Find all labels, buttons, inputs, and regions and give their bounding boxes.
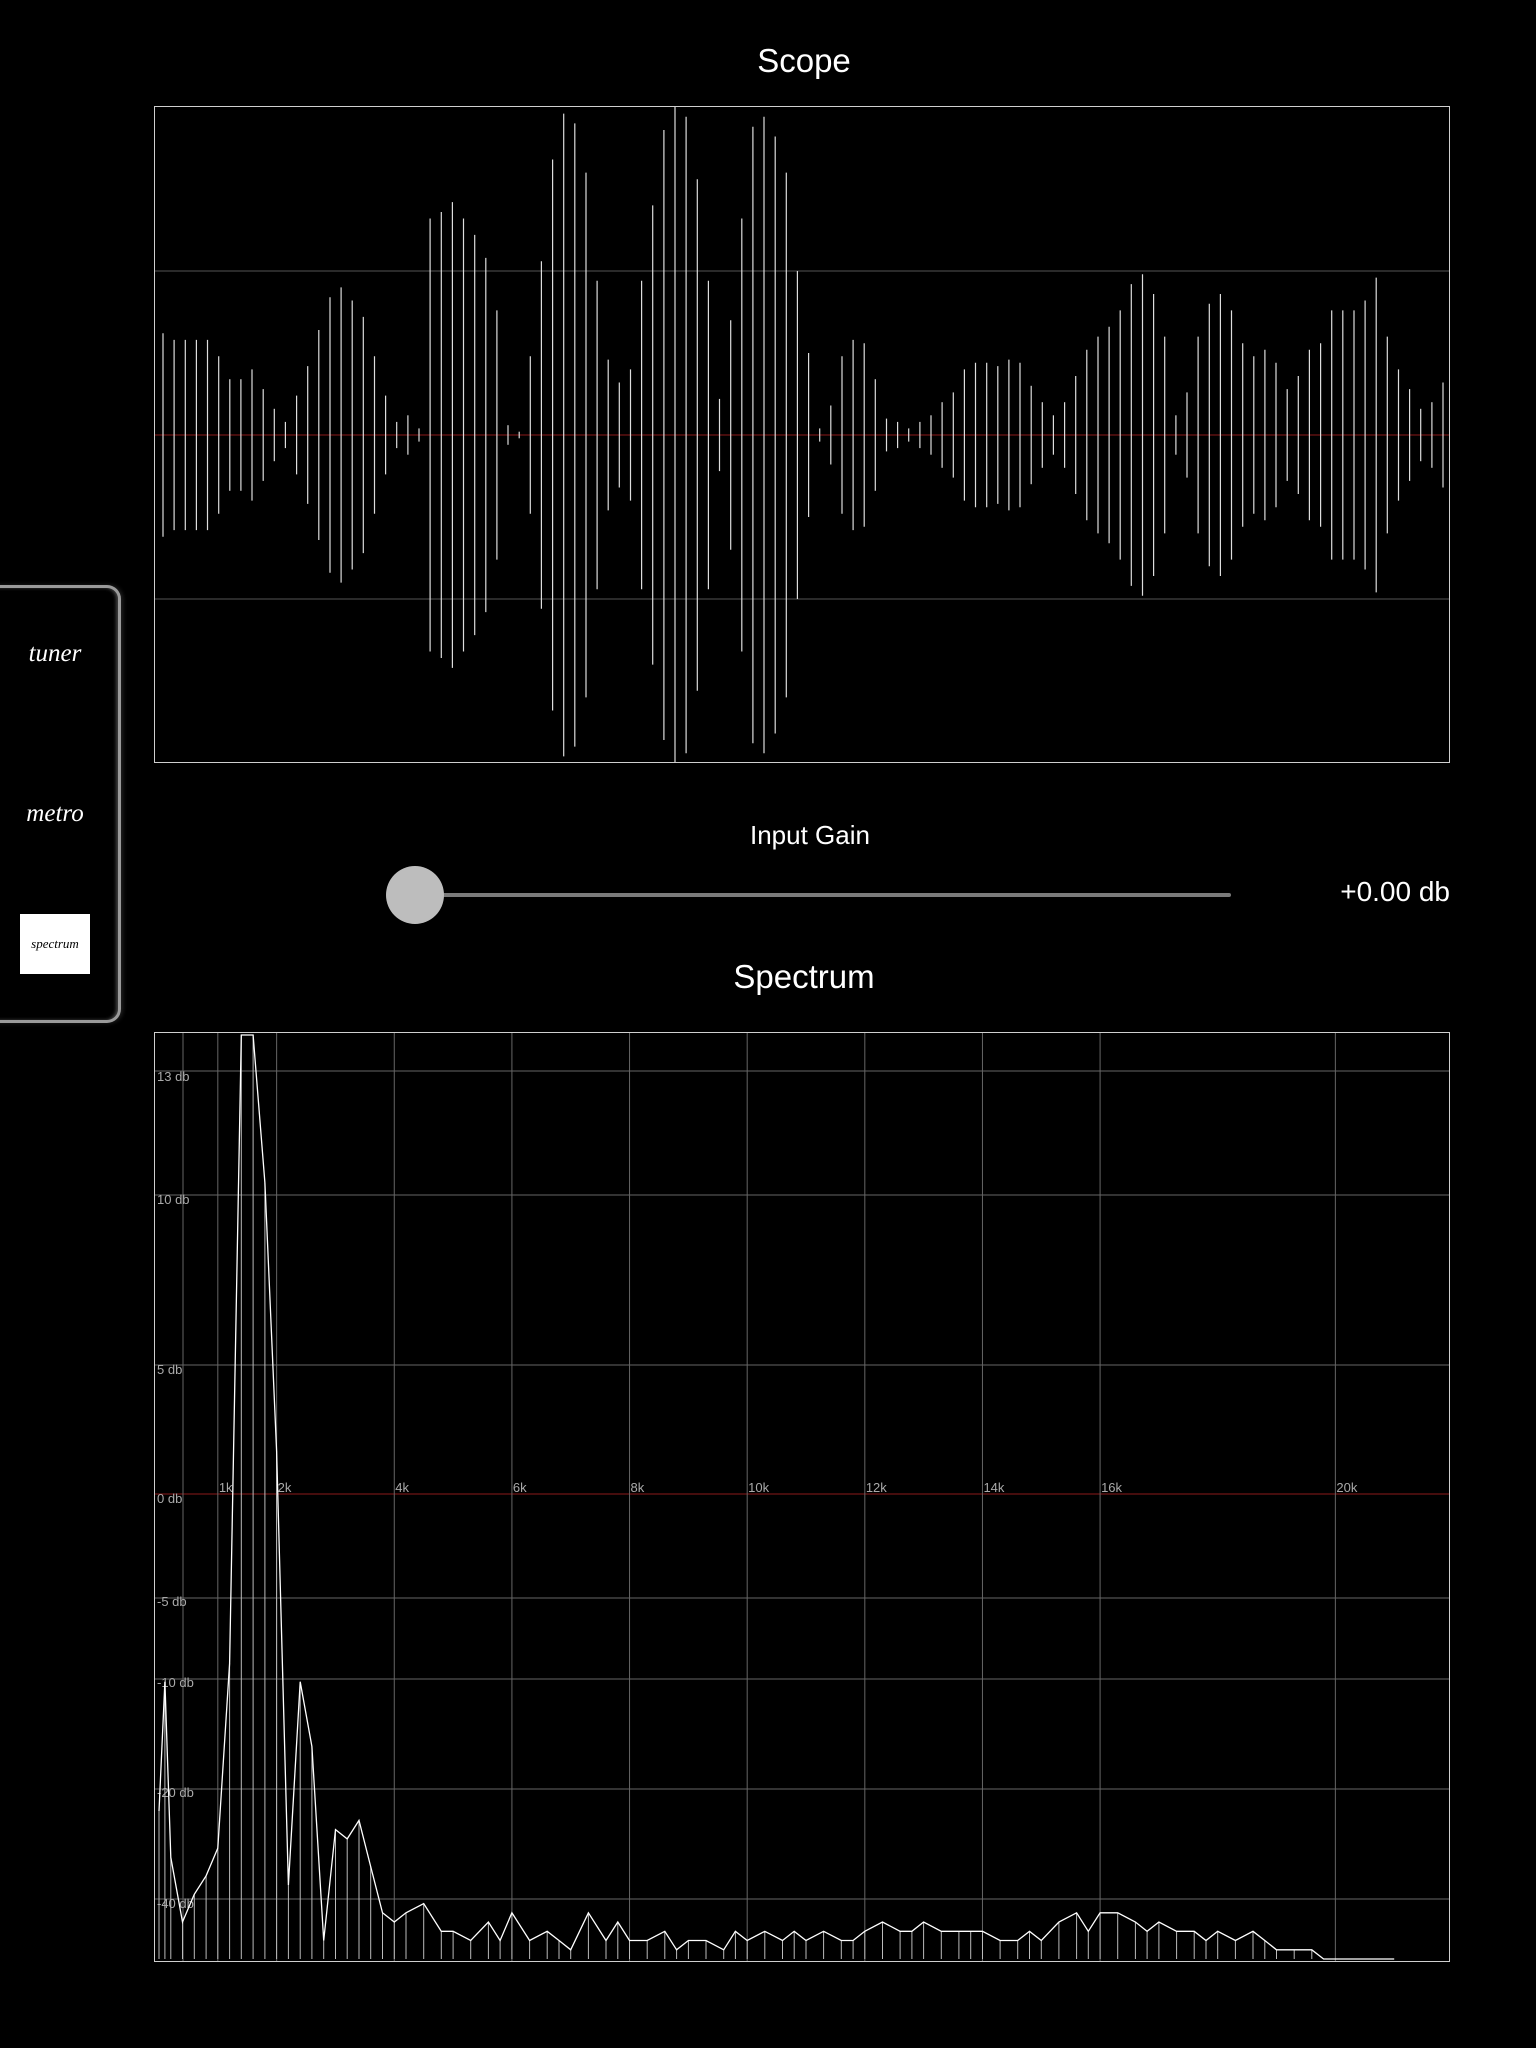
input-gain-slider-track[interactable] [415, 893, 1231, 897]
spectrum-x-tick-label: 8k [631, 1480, 645, 1495]
spectrum-x-tick-label: 12k [866, 1480, 887, 1495]
spectrum-y-tick-label: -5 db [157, 1594, 187, 1609]
tab-spectrum[interactable]: spectrum [20, 914, 90, 974]
tab-metro[interactable]: metro [20, 800, 90, 828]
scope-display [154, 106, 1450, 763]
spectrum-x-tick-label: 10k [748, 1480, 769, 1495]
input-gain-value: +0.00 db [1340, 876, 1450, 907]
spectrum-y-tick-label: -20 db [157, 1785, 194, 1800]
spectrum-title: Spectrum [733, 958, 875, 995]
spectrum-y-tick-label: 13 db [157, 1069, 190, 1084]
spectrum-x-tick-label: 1k [219, 1480, 233, 1495]
input-gain-slider-thumb[interactable] [386, 866, 444, 924]
spectrum-x-tick-label: 16k [1101, 1480, 1122, 1495]
spectrum-display: 13 db 10 db 5 db 0 db -5 db -10 db -20 db -40 d… [154, 1032, 1450, 1962]
tab-tuner[interactable]: tuner [20, 640, 90, 668]
side-tab-panel: tuner metro spectrum [0, 585, 121, 1023]
input-gain-label: Input Gain [750, 820, 870, 850]
spectrum-plot: 13 db10 db5 db0 db-5 db-10 db-20 db-40 d… [155, 1033, 1449, 1961]
spectrum-trace [158, 1034, 1395, 1960]
spectrum-x-tick-label: 20k [1336, 1480, 1357, 1495]
spectrum-y-tick-label: 0 db [157, 1491, 182, 1506]
spectrum-x-tick-label: 14k [983, 1480, 1004, 1495]
spectrum-y-tick-label: 5 db [157, 1362, 182, 1377]
spectrum-x-tick-label: 4k [395, 1480, 409, 1495]
spectrum-y-tick-label: -10 db [157, 1675, 194, 1690]
spectrum-x-tick-label: 6k [513, 1480, 527, 1495]
spectrum-x-tick-label: 2k [278, 1480, 292, 1495]
spectrum-y-tick-label: 10 db [157, 1192, 190, 1207]
scope-waveform [155, 107, 1449, 762]
scope-title: Scope [757, 42, 851, 79]
